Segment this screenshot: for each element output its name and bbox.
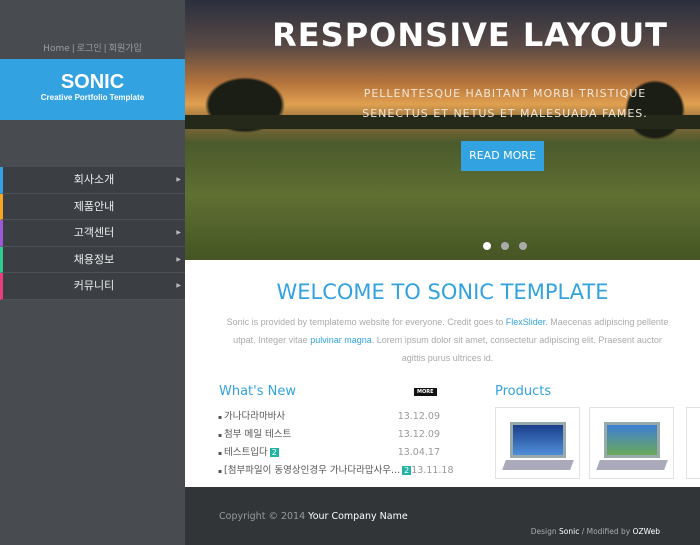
hero-title: RESPONSIVE LAYOUT [272,16,668,54]
menu-item-label: 채용정보 [73,252,115,266]
sonic-link[interactable]: Sonic [559,527,579,536]
hero-slider: RESPONSIVE LAYOUT PELLENTESQUE HABITANT … [185,0,700,260]
menu-item[interactable]: 채용정보 ▶ [0,246,185,273]
flexslider-link[interactable]: FlexSlider [506,317,546,327]
news-date: 13.04.17 [397,447,440,458]
product-thumb[interactable] [589,407,674,479]
top-links: Home | 로그인 | 회원가입 [43,44,142,54]
copyright-text: Copyright © 2014 [219,511,309,522]
menu-item[interactable]: 제품안내 [0,193,185,220]
text: utpat. Integer vitae [233,335,311,345]
credits: Design Sonic / Modified by OZWeb [531,527,660,536]
hero-caption: PELLENTESQUE HABITANT MORBI TRISTIQUE SE… [362,87,648,120]
text: . Lorem ipsum dolor sit amet, consectetu… [371,335,662,345]
menu-item-label: 제품안내 [73,199,115,213]
news-date: 13.12.09 [397,429,440,440]
news-list: ▪ 가나다라마바사 13.12.09 ▪ 첨부 메일 테스트 13.12.09 ▪ 테스… [218,408,454,480]
ozweb-link[interactable]: OZWeb [633,527,660,536]
arrow-right-icon: ▶ [176,229,181,236]
news-date: 13.11.18 [411,465,454,476]
more-button[interactable]: MORE [414,388,437,396]
news-item[interactable]: ▪ 첨부 메일 테스트 13.12.09 [218,426,440,444]
slide-dot[interactable] [501,242,509,250]
arrow-right-icon: ▶ [176,255,181,263]
laptop-base [502,460,574,470]
slider-dots [483,235,543,254]
menu-item[interactable]: 회사소개 ▶ [0,167,185,194]
logo[interactable]: SONIC Creative Portfolio Template [0,59,185,120]
text: agittis purus ultrices id. [401,353,494,363]
welcome-text: Sonic is provided by templatemo website … [205,313,690,367]
news-title[interactable]: 첨부 메일 테스트 [224,429,291,440]
laptop-base [596,460,668,470]
menu-item-label: 커뮤니티 [73,279,115,292]
main-menu: 회사소개 ▶ 제품안내고객센터 ▶ 채용정보 ▶ 커뮤니티 ▶ [0,167,185,300]
news-title[interactable]: 테스트입다 [224,447,268,458]
menu-item[interactable]: 고객센터 ▶ [0,220,185,247]
product-thumb[interactable] [686,407,700,479]
welcome-title: WELCOME TO SONIC TEMPLATE [276,280,609,304]
menu-item-label: 회사소개 [73,173,115,186]
menu-item-label: 고객센터 [73,226,115,239]
arrow-right-icon: ▶ [176,282,181,289]
whats-new-title: What's New [219,384,296,399]
product-thumb[interactable] [495,407,580,479]
sidebar: Home | 로그인 | 회원가입 SONIC Creative Portfolio T… [0,0,185,545]
text: Sonic is provided by templatemo website … [226,317,506,327]
news-item[interactable]: ▪ [첨부파일이 동영상인경우 가나다라맙사우... 2 13.11.18 [218,462,454,480]
news-item[interactable]: ▪ 테스트입다 2 13.04.17 [218,444,440,462]
news-title[interactable]: [첨부파일이 동영상인경우 가나다라맙사우... [224,465,400,476]
login-link[interactable]: 로그인 [77,44,102,54]
news-item[interactable]: ▪ 가나다라마바사 13.12.09 [218,408,440,426]
footer: Copyright © 2014 Your Company Name Desig… [185,487,700,545]
company-name: Your Company Name [308,511,408,522]
signup-link[interactable]: 회원가입 [109,44,142,54]
news-title[interactable]: 가나다라마바사 [224,411,285,422]
copyright: Copyright © 2014 Your Company Name [219,511,408,522]
text: Design [530,527,560,536]
pulvinar-link[interactable]: pulvinar magna [310,335,372,345]
comment-count-badge: 2 [402,466,412,475]
comment-count-badge: 2 [269,448,279,457]
logo-title: SONIC [60,71,125,93]
news-date: 13.12.09 [397,411,440,422]
laptop-image [604,422,660,458]
logo-subtitle: Creative Portfolio Template [40,93,145,102]
text: / Modified by [579,527,633,536]
products-title: Products [495,384,552,399]
arrow-right-icon: ▶ [176,176,181,183]
read-more-button[interactable]: READ MORE [461,141,544,171]
home-link[interactable]: Home [43,44,70,54]
slide-dot[interactable] [519,242,527,250]
text: . Maecenas adipiscing pellente [545,317,669,327]
slide-dot[interactable] [483,242,491,250]
laptop-image [510,422,566,458]
menu-item[interactable]: 커뮤니티 ▶ [0,273,185,300]
